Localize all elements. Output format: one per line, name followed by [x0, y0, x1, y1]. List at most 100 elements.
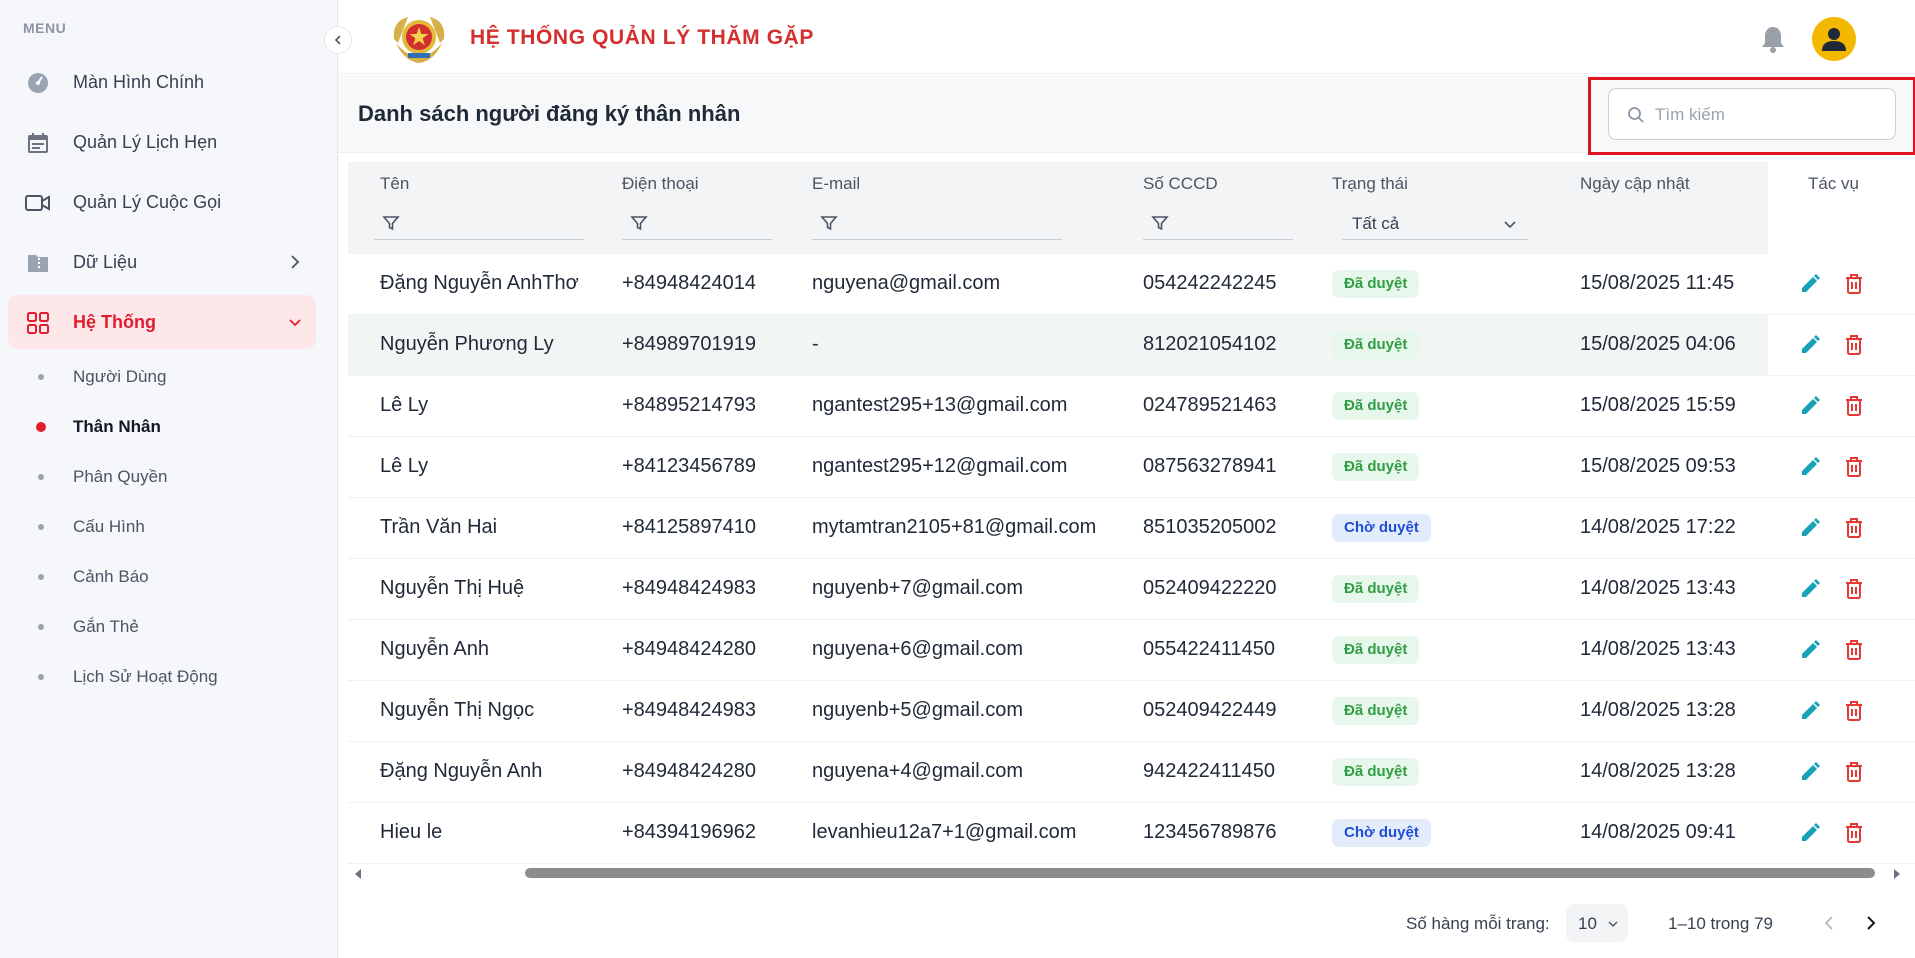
sidebar-item-users[interactable]: Người Dùng: [8, 357, 316, 397]
delete-icon[interactable]: [1842, 272, 1866, 296]
column-header-phone[interactable]: Điện thoại: [622, 174, 699, 194]
cell-cccd: 851035205002: [1143, 516, 1277, 538]
table-row[interactable]: Nguyễn Phương Ly +84989701919 - 81202105410…: [348, 315, 1915, 376]
bullet-dot: [38, 474, 44, 480]
table-row[interactable]: Hieu le +84394196962 levanhieu12a7+1@gmail…: [348, 803, 1915, 864]
sidebar-item-config[interactable]: Cấu Hình: [8, 507, 316, 547]
cell-phone: +84948424014: [622, 272, 757, 294]
nav-item-label: Quản Lý Cuộc Gọi: [73, 191, 222, 212]
table-row[interactable]: Đặng Nguyễn Anh +84948424280 nguyena+4@gma…: [348, 742, 1915, 803]
sidebar-subitem-label: Thân Nhân: [73, 417, 161, 436]
column-header-email[interactable]: E-mail: [812, 174, 860, 194]
edit-icon[interactable]: [1798, 333, 1822, 357]
delete-icon[interactable]: [1842, 699, 1866, 723]
nav-item-calls[interactable]: Quản Lý Cuộc Gọi: [8, 175, 316, 229]
column-header-cccd[interactable]: Số CCCD: [1143, 174, 1218, 194]
sidebar-subitem-label: Cảnh Báo: [73, 567, 149, 586]
menu-label: MENU: [23, 20, 67, 36]
delete-icon[interactable]: [1842, 516, 1866, 540]
chevron-right-icon: [1867, 916, 1876, 930]
cell-name: Lê Ly: [380, 455, 429, 477]
cell-updated: 15/08/2025 04:06: [1580, 333, 1736, 355]
sidebar-subitem-label: Cấu Hình: [73, 517, 145, 536]
nav-item-system[interactable]: Hệ Thống: [8, 295, 316, 349]
table-row[interactable]: Lê Ly +84895214793 ngantest295+13@gmail.co…: [348, 376, 1915, 437]
sidebar-item-alerts[interactable]: Cảnh Báo: [8, 557, 316, 597]
name-filter[interactable]: [374, 206, 584, 240]
sidebar-item-tags[interactable]: Gắn Thẻ: [8, 607, 316, 647]
cell-phone: +84123456789: [622, 455, 757, 477]
delete-icon[interactable]: [1842, 638, 1866, 662]
scroll-left-arrow-icon[interactable]: [352, 867, 364, 879]
chevron-left-icon: [334, 35, 341, 45]
cell-updated: 15/08/2025 15:59: [1580, 394, 1736, 416]
column-header-name[interactable]: Tên: [380, 174, 409, 194]
previous-page-button[interactable]: [1818, 912, 1840, 934]
app-title: HỆ THỐNG QUẢN LÝ THĂM GẶP: [470, 26, 814, 49]
bell-icon[interactable]: [1759, 24, 1787, 54]
page-toolbar: Danh sách người đăng ký thân nhân: [338, 75, 1915, 155]
cell-cccd: 087563278941: [1143, 455, 1277, 477]
edit-icon[interactable]: [1798, 516, 1822, 540]
sidebar-collapse-button[interactable]: [324, 26, 352, 54]
nav-item-label: Dữ Liệu: [73, 251, 138, 272]
status-badge: Đã duyệt: [1332, 758, 1420, 786]
table-row[interactable]: Nguyễn Thị Ngọc +84948424983 nguyenb+5@gma…: [348, 681, 1915, 742]
edit-icon[interactable]: [1798, 394, 1822, 418]
delete-icon[interactable]: [1842, 760, 1866, 784]
column-header-status[interactable]: Trạng thái: [1332, 174, 1408, 194]
column-header-actions: Tác vụ: [1808, 174, 1860, 193]
edit-icon[interactable]: [1798, 699, 1822, 723]
delete-icon[interactable]: [1842, 333, 1866, 357]
chevron-down-icon: [1606, 917, 1620, 931]
cell-phone: +84125897410: [622, 516, 757, 538]
dashboard-gauge-icon: [25, 70, 51, 96]
delete-icon[interactable]: [1842, 821, 1866, 845]
cccd-filter[interactable]: [1143, 206, 1293, 240]
sidebar-item-permissions[interactable]: Phân Quyền: [8, 457, 316, 497]
rows-per-page-select[interactable]: 10: [1566, 904, 1628, 942]
delete-icon[interactable]: [1842, 577, 1866, 601]
cell-updated: 14/08/2025 13:28: [1580, 699, 1736, 721]
edit-icon[interactable]: [1798, 272, 1822, 296]
chevron-left-icon: [1824, 916, 1833, 930]
search-input[interactable]: [1655, 101, 1885, 129]
table-row[interactable]: Nguyễn Anh +84948424280 nguyena+6@gmail.co…: [348, 620, 1915, 681]
email-filter[interactable]: [812, 206, 1062, 240]
scrollbar-thumb[interactable]: [525, 868, 1875, 878]
column-header-updated[interactable]: Ngày cập nhật: [1580, 174, 1690, 194]
sidebar-subitem-label: Người Dùng: [73, 367, 167, 386]
status-filter-select[interactable]: Tất cả: [1342, 206, 1528, 240]
table-row[interactable]: Nguyễn Thị Huệ +84948424983 nguyenb+7@gmai…: [348, 559, 1915, 620]
table-row[interactable]: Đặng Nguyễn AnhThơ +84948424014 nguyena@gm…: [348, 254, 1915, 315]
edit-icon[interactable]: [1798, 577, 1822, 601]
phone-filter[interactable]: [622, 206, 772, 240]
sidebar-item-relatives[interactable]: Thân Nhân: [8, 407, 316, 447]
nav-item-appointments[interactable]: Quản Lý Lịch Hẹn: [8, 115, 316, 169]
scroll-right-arrow-icon[interactable]: [1891, 867, 1903, 879]
cell-phone: +84948424280: [622, 760, 757, 782]
user-avatar[interactable]: [1812, 17, 1856, 61]
table-row[interactable]: Lê Ly +84123456789 ngantest295+12@gmail.co…: [348, 437, 1915, 498]
delete-icon[interactable]: [1842, 394, 1866, 418]
sidebar-item-activity-log[interactable]: Lịch Sử Hoạt Động: [8, 657, 316, 697]
status-badge: Đã duyệt: [1332, 697, 1420, 725]
nav-item-dashboard[interactable]: Màn Hình Chính: [8, 55, 316, 109]
cell-cccd: 812021054102: [1143, 333, 1277, 355]
top-header: HỆ THỐNG QUẢN LÝ THĂM GẶP: [338, 0, 1915, 74]
next-page-button[interactable]: [1860, 912, 1882, 934]
table-row[interactable]: Trần Văn Hai +84125897410 mytamtran2105+81…: [348, 498, 1915, 559]
nav-item-data[interactable]: Dữ Liệu: [8, 235, 316, 289]
delete-icon[interactable]: [1842, 455, 1866, 479]
status-badge: Đã duyệt: [1332, 270, 1420, 298]
edit-icon[interactable]: [1798, 760, 1822, 784]
edit-icon[interactable]: [1798, 455, 1822, 479]
filter-icon: [820, 214, 838, 232]
sidebar-subitem-label: Phân Quyền: [73, 467, 168, 486]
horizontal-scrollbar[interactable]: [348, 863, 1903, 883]
edit-icon[interactable]: [1798, 638, 1822, 662]
cell-email: ngantest295+13@gmail.com: [812, 394, 1068, 416]
status-filter-value: Tất cả: [1352, 214, 1400, 233]
search-box[interactable]: [1608, 88, 1896, 140]
edit-icon[interactable]: [1798, 821, 1822, 845]
